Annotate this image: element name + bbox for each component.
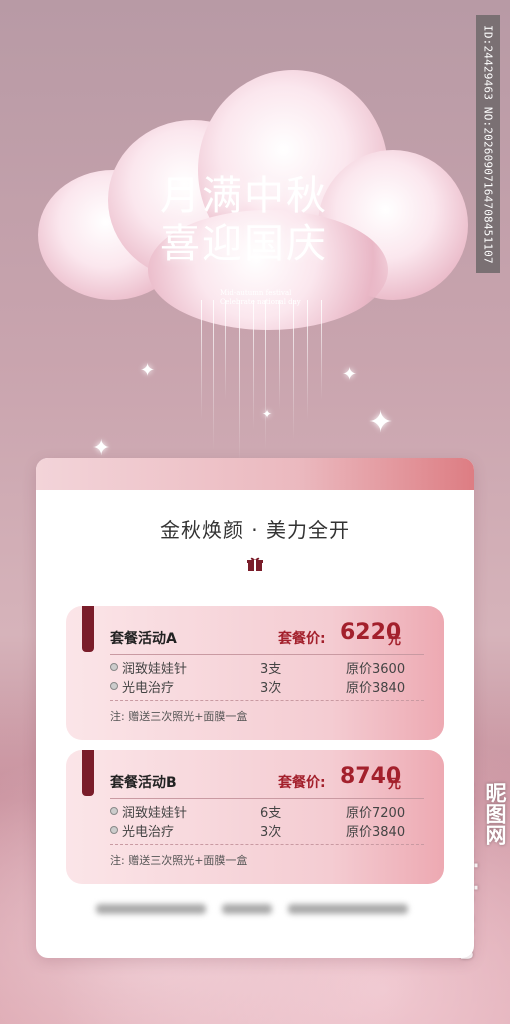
package-a[interactable]: 套餐活动A 套餐价: 6220 元 润致娃娃针 3支 原价3600 光电治疗 3… bbox=[66, 606, 444, 740]
bullet-icon bbox=[110, 682, 118, 690]
hero-title-line1: 月满中秋 bbox=[160, 173, 328, 219]
package-b[interactable]: 套餐活动B 套餐价: 8740 元 润致娃娃针 6支 原价7200 光电治疗 3… bbox=[66, 750, 444, 884]
divider bbox=[110, 654, 424, 655]
gift-icon bbox=[247, 557, 263, 571]
item-name: 光电治疗 bbox=[122, 825, 175, 840]
sparkle-icon: ✦ bbox=[262, 407, 273, 421]
hero-title: 月满中秋 喜迎国庆 bbox=[160, 172, 328, 268]
list-item: 润致娃娃针 6支 原价7200 bbox=[110, 802, 424, 821]
item-original-price: 原价7200 bbox=[346, 806, 406, 821]
item-qty: 3次 bbox=[260, 825, 282, 840]
list-item: 光电治疗 3次 原价3840 bbox=[110, 677, 424, 696]
price-label: 套餐价: bbox=[278, 631, 326, 647]
package-note: 注: 赠送三次照光+面膜一盒 bbox=[110, 854, 248, 867]
package-tab bbox=[82, 606, 94, 652]
sparkle-icon: ✦ bbox=[92, 436, 111, 461]
item-name: 光电治疗 bbox=[122, 681, 175, 696]
package-note: 注: 赠送三次照光+面膜一盒 bbox=[110, 710, 248, 723]
bullet-icon bbox=[110, 807, 118, 815]
item-original-price: 原价3600 bbox=[346, 662, 406, 677]
hero-subtitle: Mid-autumn festival Celebrate national d… bbox=[220, 289, 301, 307]
bullet-icon bbox=[110, 663, 118, 671]
list-item: 润致娃娃针 3支 原价3600 bbox=[110, 658, 424, 677]
item-name: 润致娃娃针 bbox=[122, 662, 188, 677]
item-qty: 3次 bbox=[260, 681, 282, 696]
divider bbox=[110, 844, 424, 845]
item-name: 润致娃娃针 bbox=[122, 806, 188, 821]
hero-title-line2: 喜迎国庆 bbox=[160, 221, 328, 267]
offer-card: 金秋焕颜 · 美力全开 套餐活动A 套餐价: 6220 元 润致娃娃针 3支 原… bbox=[36, 458, 474, 958]
divider bbox=[110, 798, 424, 799]
sparkle-rain bbox=[195, 300, 345, 470]
price-unit: 元 bbox=[388, 777, 402, 792]
hero-subtitle-line2: Celebrate national day bbox=[220, 298, 301, 306]
item-original-price: 原价3840 bbox=[346, 681, 406, 696]
card-heading: 金秋焕颜 · 美力全开 bbox=[159, 518, 351, 542]
item-qty: 6支 bbox=[260, 806, 282, 821]
item-qty: 3支 bbox=[260, 662, 282, 677]
hero-subtitle-line1: Mid-autumn festival bbox=[220, 289, 292, 297]
package-name: 套餐活动A bbox=[110, 631, 177, 647]
sparkle-icon: ✦ bbox=[368, 405, 394, 440]
list-item: 光电治疗 3次 原价3840 bbox=[110, 821, 424, 840]
price-label: 套餐价: bbox=[278, 775, 326, 791]
sparkle-icon: ✦ bbox=[342, 364, 358, 385]
package-tab bbox=[82, 750, 94, 796]
blurred-footer-text bbox=[96, 904, 414, 918]
bullet-icon bbox=[110, 826, 118, 834]
price-unit: 元 bbox=[388, 633, 402, 648]
card-header-bar bbox=[36, 458, 474, 490]
item-original-price: 原价3840 bbox=[346, 825, 406, 840]
divider bbox=[110, 700, 424, 701]
package-name: 套餐活动B bbox=[110, 775, 177, 791]
sparkle-icon: ✦ bbox=[140, 360, 156, 381]
id-watermark: ID:24429463 NO:20260907164708451107 bbox=[476, 15, 500, 273]
